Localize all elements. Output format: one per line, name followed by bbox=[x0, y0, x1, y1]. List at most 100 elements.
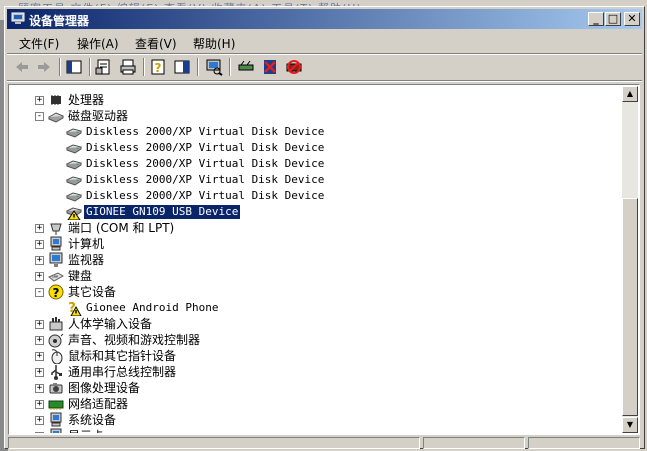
tree-category[interactable]: + 网络适配器 bbox=[10, 396, 620, 412]
tree-item-label[interactable]: 通用串行总线控制器 bbox=[66, 365, 178, 379]
expand-button[interactable]: + bbox=[35, 336, 44, 345]
scan-hardware-icon[interactable] bbox=[205, 58, 223, 76]
tree-item-label[interactable]: 系统设备 bbox=[66, 413, 118, 427]
tree-device[interactable]: Diskless 2000/XP Virtual Disk Device bbox=[10, 140, 620, 156]
uninstall-icon[interactable] bbox=[261, 58, 279, 76]
expand-button[interactable]: + bbox=[35, 272, 44, 281]
collapse-button[interactable]: - bbox=[35, 112, 44, 121]
expand-button[interactable]: + bbox=[35, 400, 44, 409]
menu-view[interactable]: 查看(V) bbox=[135, 35, 177, 52]
disk-icon bbox=[66, 176, 82, 186]
usb-icon bbox=[51, 365, 62, 380]
help-icon[interactable]: ? bbox=[149, 58, 167, 76]
print-icon[interactable] bbox=[119, 58, 137, 76]
network-adapter-icon bbox=[48, 400, 64, 410]
tree-item-label[interactable]: 人体学输入设备 bbox=[66, 317, 154, 331]
expand-button[interactable]: + bbox=[35, 320, 44, 329]
tree-category[interactable]: + 显示卡 bbox=[10, 428, 620, 433]
vertical-scrollbar[interactable]: ▲ ▼ bbox=[622, 86, 638, 433]
action-pane-icon[interactable] bbox=[173, 58, 191, 76]
tree-item-label[interactable]: 磁盘驱动器 bbox=[66, 109, 130, 123]
expand-button[interactable]: + bbox=[35, 384, 44, 393]
toolbar-separator bbox=[89, 58, 91, 76]
disable-icon[interactable] bbox=[285, 58, 303, 76]
tree-device[interactable]: Diskless 2000/XP Virtual Disk Device bbox=[10, 156, 620, 172]
title-bar[interactable]: 设备管理器 _ □ ✕ bbox=[7, 9, 642, 29]
mouse-icon bbox=[51, 349, 63, 364]
tree-category[interactable]: + 键盘 bbox=[10, 268, 620, 284]
minimize-button[interactable]: _ bbox=[588, 12, 604, 26]
menu-file[interactable]: 文件(F) bbox=[19, 35, 59, 52]
tree-item-label[interactable]: 监视器 bbox=[66, 253, 106, 267]
tree-item-label[interactable]: 计算机 bbox=[66, 237, 106, 251]
expand-button[interactable]: + bbox=[35, 432, 44, 433]
status-bar bbox=[8, 437, 640, 449]
tree-device[interactable]: Diskless 2000/XP Virtual Disk Device bbox=[10, 172, 620, 188]
close-button[interactable]: ✕ bbox=[624, 12, 640, 26]
tree-item-label[interactable]: 声音、视频和游戏控制器 bbox=[66, 333, 202, 347]
expand-button[interactable]: + bbox=[35, 96, 44, 105]
tree-device[interactable]: Diskless 2000/XP Virtual Disk Device bbox=[10, 188, 620, 204]
tree-item-label[interactable]: 处理器 bbox=[66, 93, 106, 107]
tree-item-label[interactable]: 其它设备 bbox=[66, 285, 118, 299]
tree-item-label[interactable]: Diskless 2000/XP Virtual Disk Device bbox=[84, 157, 326, 171]
tree-category[interactable]: - 磁盘驱动器 bbox=[10, 108, 620, 124]
computer-icon bbox=[50, 236, 62, 251]
tree-item-label[interactable]: Gionee Android Phone bbox=[84, 301, 220, 315]
menu-help[interactable]: 帮助(H) bbox=[193, 35, 235, 52]
tree-item-label[interactable]: Diskless 2000/XP Virtual Disk Device bbox=[84, 189, 326, 203]
scroll-down-button[interactable]: ▼ bbox=[622, 417, 638, 433]
expand-button[interactable]: + bbox=[35, 240, 44, 249]
tree-category[interactable]: + 通用串行总线控制器 bbox=[10, 364, 620, 380]
system-device-icon bbox=[50, 412, 62, 427]
tree-item-label[interactable]: Diskless 2000/XP Virtual Disk Device bbox=[84, 141, 326, 155]
tree-category[interactable]: + 端口 (COM 和 LPT) bbox=[10, 220, 620, 236]
status-pane-2 bbox=[423, 437, 525, 449]
menu-action[interactable]: 操作(A) bbox=[77, 35, 119, 52]
show-hide-tree-icon[interactable] bbox=[65, 58, 83, 76]
maximize-button[interactable]: □ bbox=[605, 12, 621, 26]
display-adapter-icon bbox=[50, 428, 62, 433]
tree-item-label[interactable]: 网络适配器 bbox=[66, 397, 130, 411]
tree-category[interactable]: + 人体学输入设备 bbox=[10, 316, 620, 332]
disk-icon bbox=[66, 192, 82, 202]
expand-button[interactable]: + bbox=[35, 224, 44, 233]
tree-item-label[interactable]: 键盘 bbox=[66, 269, 94, 283]
tree-category[interactable]: + 图像处理设备 bbox=[10, 380, 620, 396]
tree-item-label[interactable]: Diskless 2000/XP Virtual Disk Device bbox=[84, 125, 326, 139]
toolbar-separator bbox=[59, 58, 61, 76]
tree-category[interactable]: + 系统设备 bbox=[10, 412, 620, 428]
tree-item-label[interactable]: 图像处理设备 bbox=[66, 381, 142, 395]
scroll-thumb[interactable] bbox=[622, 198, 638, 416]
tree-category[interactable]: + 计算机 bbox=[10, 236, 620, 252]
forward-arrow-icon[interactable] bbox=[35, 58, 53, 76]
expand-button[interactable]: + bbox=[35, 352, 44, 361]
tree-item-label[interactable]: Diskless 2000/XP Virtual Disk Device bbox=[84, 173, 326, 187]
monitor-icon bbox=[49, 252, 63, 267]
collapse-button[interactable]: - bbox=[35, 288, 44, 297]
menu-bar: 文件(F) 操作(A) 查看(V) 帮助(H) bbox=[7, 32, 642, 52]
update-driver-icon[interactable] bbox=[237, 58, 255, 76]
tree-category[interactable]: + 声音、视频和游戏控制器 bbox=[10, 332, 620, 348]
scroll-up-button[interactable]: ▲ bbox=[622, 86, 638, 102]
tree-item-label[interactable]: 显示卡 bbox=[66, 429, 106, 433]
tree-category[interactable]: + 处理器 bbox=[10, 92, 620, 108]
tree-category[interactable]: + 监视器 bbox=[10, 252, 620, 268]
expand-button[interactable]: + bbox=[35, 256, 44, 265]
tree-device[interactable]: Diskless 2000/XP Virtual Disk Device bbox=[10, 124, 620, 140]
device-tree-pane: + 处理器 - 磁盘驱动器 Diskless 2000/XP Virtual Disk … bbox=[8, 84, 640, 435]
back-arrow-icon[interactable] bbox=[13, 58, 31, 76]
tree-item-label[interactable]: GIONEE GN109 USB Device bbox=[82, 204, 242, 220]
tree-category[interactable]: + 鼠标和其它指针设备 bbox=[10, 348, 620, 364]
properties-icon[interactable] bbox=[95, 58, 113, 76]
expand-button[interactable]: + bbox=[35, 416, 44, 425]
tree-device[interactable]: GIONEE GN109 USB Device bbox=[10, 204, 620, 220]
tree-item-label[interactable]: 端口 (COM 和 LPT) bbox=[66, 221, 176, 235]
expand-button[interactable]: + bbox=[35, 368, 44, 377]
tree-category[interactable]: -? 其它设备 bbox=[10, 284, 620, 300]
sound-icon bbox=[48, 333, 64, 348]
tree-item-label[interactable]: 鼠标和其它指针设备 bbox=[66, 349, 178, 363]
keyboard-icon bbox=[48, 272, 64, 282]
tree-device[interactable]: ? Gionee Android Phone bbox=[10, 300, 620, 316]
svg-text:?: ? bbox=[53, 286, 60, 300]
